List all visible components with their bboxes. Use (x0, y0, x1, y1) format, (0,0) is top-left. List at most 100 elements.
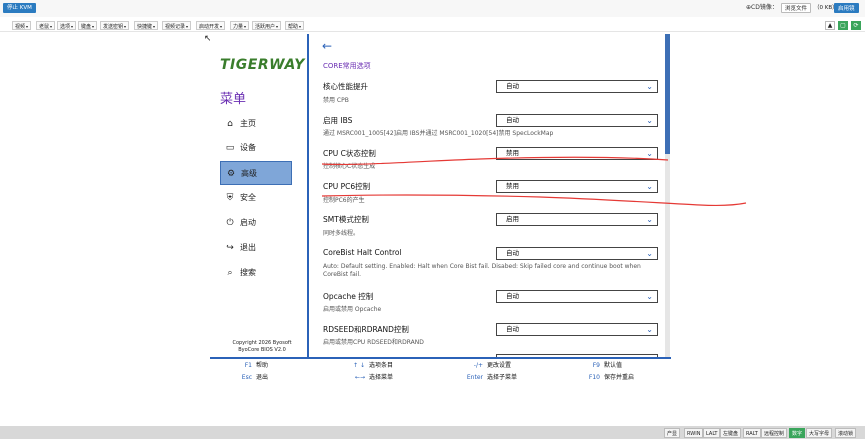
chevron-down-icon: ▾ (71, 24, 74, 29)
help-f10: F10 保存并重启 (588, 374, 635, 381)
option-label-pc6: CPU PC6控制 (323, 182, 371, 191)
menu-mouse[interactable]: 老鼠▾ (36, 21, 56, 30)
chevron-down-icon: ⌄ (646, 182, 653, 191)
help-updown: ↑ ↓ 选项条目 (353, 362, 394, 369)
option-desc-cstate: 控制核心C状态生成 (323, 163, 376, 170)
nav-item-advanced[interactable]: ⚙ 高级 (220, 161, 292, 185)
status-item: RALT (743, 428, 761, 438)
option-label-cstate: CPU C状态控制 (323, 149, 376, 158)
option-desc-corebist: Auto: Default setting. Enabled: Halt whe… (323, 263, 641, 278)
chevron-down-icon: ▾ (299, 24, 302, 29)
select-ibs[interactable]: 自动 ⌄ (496, 114, 658, 127)
shield-icon: ⛨ (226, 193, 234, 203)
kvm-toolbar: 停止 KVM ⊕CD镜像： 浏览文件 （0 KB） 启用镜 (0, 0, 865, 17)
select-pc6[interactable]: 禁用 ⌄ (496, 180, 658, 193)
chat-icon[interactable]: ▢ (838, 21, 848, 30)
stop-kvm-button[interactable]: 停止 KVM (3, 3, 36, 13)
nav-item-devices[interactable]: ▭ 设备 (220, 136, 292, 160)
option-label-corebist: CoreBist Halt Control (323, 248, 402, 257)
select-opcache[interactable]: 自动 ⌄ (496, 290, 658, 303)
browse-file-button[interactable]: 浏览文件 (781, 3, 812, 13)
menu-video-record[interactable]: 视频记录▾ (162, 21, 192, 30)
nav-item-search[interactable]: ⌕ 搜索 (220, 261, 292, 285)
status-item: 左键盘 (720, 428, 742, 438)
status-item: RWIN (684, 428, 704, 438)
bios-screen: TIGERWAY 菜单 ⌂ 主页 ▭ 设备 ⚙ 高级 ⛨ 安全 ⏻ 启动 ↪ 退出 ⌕ 搜索 … (210, 34, 671, 386)
chevron-down-icon: ▾ (92, 24, 95, 29)
option-label-cpb: 核心性能提升 (323, 82, 368, 91)
chevron-down-icon: ⌄ (646, 292, 653, 301)
settings-panel: ← CORE常用选项 核心性能提升 自动 ⌄ 禁用 CPB 启用 IBS 自动 ⌄ … (309, 34, 665, 359)
chevron-down-icon: ⌄ (646, 149, 653, 158)
option-desc-cpb: 禁用 CPB (323, 97, 349, 104)
status-item: 滚动锁 (835, 428, 857, 438)
home-icon: ⌂ (227, 119, 233, 129)
status-item: 大写字母 (806, 428, 833, 438)
option-label-rdseed: RDSEED和RDRAND控制 (323, 325, 409, 334)
menu-active-users[interactable]: 活跃用户▾ (252, 21, 282, 30)
chevron-down-icon: ▾ (124, 24, 127, 29)
option-desc-opcache: 启用或禁用 Opcache (323, 306, 382, 313)
settings-icon[interactable]: ⟳ (851, 21, 861, 30)
nav-item-exit[interactable]: ↪ 退出 (220, 236, 292, 260)
nav-item-security[interactable]: ⛨ 安全 (220, 186, 292, 210)
exit-icon: ↪ (226, 243, 234, 253)
power-icon: ⏻ (226, 218, 234, 228)
chevron-down-icon: ⌄ (646, 325, 653, 334)
option-desc-pc6: 控制PC6的产生 (323, 197, 365, 204)
help-esc: Esc 退出 (241, 374, 269, 381)
gears-icon: ⚙ (226, 169, 236, 179)
warning-icon[interactable]: ▲ (825, 21, 835, 30)
option-desc-ibs: 通过 MSRC001_1005[42]启用 IBS并通过 MSRC001_102… (323, 130, 554, 137)
chevron-down-icon: ▾ (276, 24, 279, 29)
select-cpb[interactable]: 自动 ⌄ (496, 80, 658, 93)
start-mount-button[interactable]: 启用镜 (834, 3, 859, 13)
menu-options[interactable]: 选项▾ (57, 21, 77, 30)
select-smt[interactable]: 启用 ⌄ (496, 213, 658, 226)
menu-boot-dev[interactable]: 启动开发▾ (196, 21, 226, 30)
search-icon: ⌕ (227, 268, 233, 278)
option-label-opcache: Opcache 控制 (323, 292, 374, 301)
nav-item-home[interactable]: ⌂ 主页 (220, 112, 292, 136)
scrollbar-thumb[interactable] (665, 34, 670, 154)
menu-heading: 菜单 (220, 92, 247, 107)
device-icon: ▭ (225, 143, 235, 153)
menu-keyboard[interactable]: 键盘▾ (78, 21, 98, 30)
section-title: CORE常用选项 (323, 62, 371, 70)
cd-image-label: ⊕CD镜像： (746, 4, 778, 11)
help-f9: F9 默认值 (592, 362, 623, 369)
chevron-down-icon: ▾ (186, 24, 189, 29)
menu-send-keys[interactable]: 发送密钥▾ (100, 21, 130, 30)
bottom-divider (210, 357, 671, 359)
select-cstate[interactable]: 禁用 ⌄ (496, 147, 658, 160)
nav-item-boot[interactable]: ⏻ 启动 (220, 211, 292, 235)
chevron-down-icon: ▾ (50, 24, 53, 29)
menu-power[interactable]: 力量▾ (230, 21, 250, 30)
tigerway-logo: TIGERWAY (220, 57, 305, 73)
menu-hotkeys[interactable]: 快捷键▾ (134, 21, 159, 30)
copyright: Copyright 2026 Byosoft ByoCore BIOS V2.0 (232, 340, 292, 353)
option-desc-rdseed: 启用或禁用CPU RDSEED和RDRAND (323, 339, 424, 346)
status-item: 远程控制 (761, 428, 788, 438)
kvm-menu-bar: 视频▾ 老鼠▾ 选项▾ 键盘▾ 发送密钥▾ 快捷键▾ 视频记录▾ 启动开发▾ 力… (0, 19, 865, 32)
status-item: 产显 (664, 428, 681, 438)
chevron-down-icon: ⌄ (646, 116, 653, 125)
chevron-down-icon: ▾ (153, 24, 156, 29)
menu-help[interactable]: 帮助▾ (285, 21, 305, 30)
back-arrow-icon[interactable]: ← (322, 39, 332, 53)
chevron-down-icon: ▾ (26, 24, 29, 29)
bios-sidebar: TIGERWAY 菜单 ⌂ 主页 ▭ 设备 ⚙ 高级 ⛨ 安全 ⏻ 启动 ↪ 退出 ⌕ 搜索 … (210, 34, 305, 359)
select-rdseed[interactable]: 自动 ⌄ (496, 323, 658, 336)
option-label-smt: SMT模式控制 (323, 215, 369, 224)
status-item: LALT (703, 428, 721, 438)
help-leftright: ←→ 选择菜单 (354, 374, 394, 381)
chevron-down-icon: ⌄ (646, 215, 653, 224)
help-plusminus: -/+ 更改设置 (473, 362, 512, 369)
status-item-numlock: 数字 (789, 428, 806, 438)
option-label-ibs: 启用 IBS (323, 116, 353, 125)
chevron-down-icon: ▾ (220, 24, 223, 29)
kvm-status-bar: 产显 RWIN LALT 左键盘 RALT 远程控制 数字 大写字母 滚动锁 (0, 426, 865, 439)
select-corebist[interactable]: 自动 ⌄ (496, 247, 658, 260)
menu-video[interactable]: 视频▾ (12, 21, 32, 30)
help-enter: Enter 选择子菜单 (466, 374, 518, 381)
